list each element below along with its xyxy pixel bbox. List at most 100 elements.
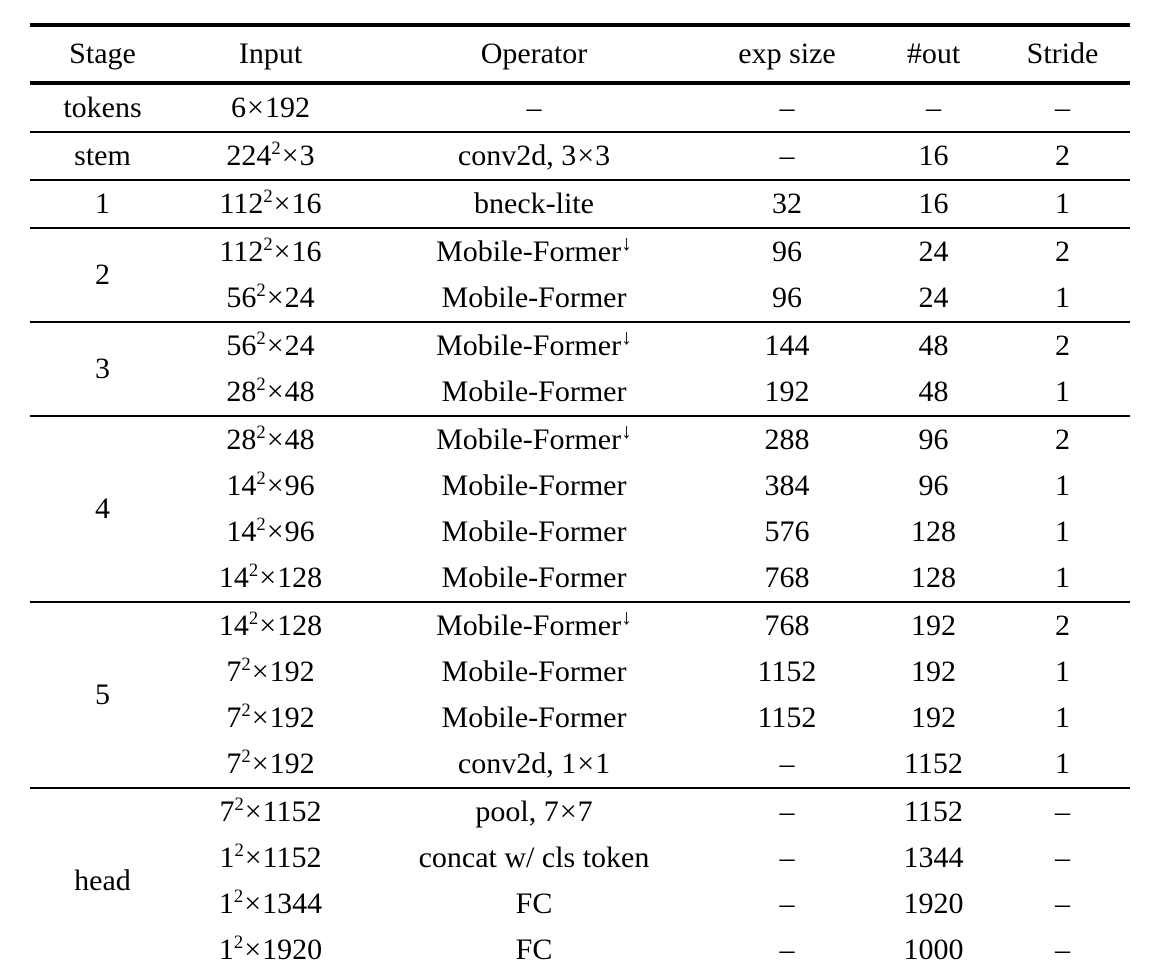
exp-size-cell: 768 bbox=[764, 561, 810, 594]
exp-size-cell: 576 bbox=[764, 515, 810, 548]
input-cell: 562×24 bbox=[226, 280, 315, 314]
exp-size-cell: 192 bbox=[764, 375, 810, 408]
exp-size-cell: – bbox=[779, 887, 795, 920]
table-row: tokens 6×192– – – – bbox=[30, 82, 1130, 132]
operator-cell: Mobile-Former bbox=[441, 561, 627, 594]
input-cell: 72×1152 bbox=[175, 787, 366, 835]
exp-size-cell: 768 bbox=[702, 601, 872, 649]
out-cell: 48 bbox=[872, 321, 995, 369]
operator-cell: Mobile-Former↓ bbox=[366, 321, 702, 369]
input-cell: 12×1920 bbox=[218, 932, 323, 966]
operator-cell: conv2d, 1×1 bbox=[457, 747, 611, 780]
stride-cell: 2 bbox=[995, 601, 1130, 649]
column-header-input: Input bbox=[175, 23, 366, 85]
input-cell: 6×192 bbox=[175, 82, 366, 132]
stride-cell: 1 bbox=[1055, 515, 1070, 548]
exp-size-cell: – bbox=[702, 131, 872, 180]
table-row: 142×128 Mobile-Former 768 128 1 bbox=[30, 555, 1130, 602]
operator-cell: Mobile-Former bbox=[441, 281, 627, 314]
column-header-operator: Operator bbox=[366, 23, 702, 85]
input-cell: 1122×16 bbox=[175, 227, 366, 275]
table-row: 5 142×128 Mobile-Former↓ 768 192 2 bbox=[30, 601, 1130, 788]
input-cell: 72×192 bbox=[226, 746, 315, 780]
table-row: 4 282×48 Mobile-Former↓ 288 96 2 bbox=[30, 415, 1130, 602]
table-row: 12×1152 concat w/ cls token – 1344 – bbox=[30, 835, 1130, 881]
stage-cell: 2 bbox=[30, 227, 175, 322]
input-cell: 72×192 bbox=[226, 654, 315, 688]
input-cell: 142×128 bbox=[175, 601, 366, 649]
out-cell: 1920 bbox=[903, 887, 964, 920]
exp-size-cell: – bbox=[779, 841, 795, 874]
operator-cell: Mobile-Former bbox=[441, 655, 627, 688]
stride-cell: – bbox=[995, 787, 1130, 835]
out-cell: 1152 bbox=[904, 747, 963, 780]
operator-cell: – bbox=[366, 82, 702, 132]
operator-cell: FC bbox=[515, 933, 553, 966]
input-cell: 12×1152 bbox=[219, 840, 322, 874]
operator-cell: Mobile-Former bbox=[441, 515, 627, 548]
operator-cell: conv2d, 3×3 bbox=[366, 131, 702, 180]
out-cell: 96 bbox=[918, 469, 949, 502]
exp-size-cell: 1152 bbox=[757, 701, 817, 734]
exp-size-cell: 32 bbox=[702, 179, 872, 228]
out-cell: 192 bbox=[872, 601, 995, 649]
stage-cell: 5 bbox=[30, 601, 175, 788]
out-cell: 192 bbox=[911, 701, 956, 734]
out-cell: 128 bbox=[911, 515, 956, 548]
out-cell: 1152 bbox=[872, 787, 995, 835]
column-header-out: #out bbox=[872, 23, 995, 85]
operator-cell: Mobile-Former↓ bbox=[366, 227, 702, 275]
table-row: 12×1920 FC – 1000 – bbox=[30, 927, 1130, 973]
stride-cell: 1 bbox=[1055, 655, 1070, 688]
out-cell: 1000 bbox=[903, 933, 964, 966]
out-cell: 128 bbox=[911, 561, 956, 594]
out-cell: 24 bbox=[872, 227, 995, 275]
input-cell: 72×192 bbox=[226, 700, 315, 734]
stride-cell: 1 bbox=[1055, 469, 1070, 502]
out-cell: 1344 bbox=[903, 841, 964, 874]
architecture-table: Stage Input Operator exp size #out Strid… bbox=[30, 23, 1130, 973]
stage-cell: 4 bbox=[30, 415, 175, 602]
table-row: 72×192 conv2d, 1×1 – 1152 1 bbox=[30, 741, 1130, 788]
table-row: head 72×1152 pool, 7×7–1152– bbox=[30, 787, 1130, 973]
exp-size-cell: 288 bbox=[702, 415, 872, 463]
column-header-exp-size: exp size bbox=[702, 23, 872, 85]
stride-cell: 2 bbox=[995, 227, 1130, 275]
exp-size-cell: – bbox=[702, 787, 872, 835]
table-row: 12×1344 FC – 1920 – bbox=[30, 881, 1130, 927]
operator-cell: Mobile-Former↓ bbox=[366, 415, 702, 463]
out-cell: 48 bbox=[918, 375, 949, 408]
exp-size-cell: – bbox=[779, 747, 795, 780]
stride-cell: – bbox=[995, 82, 1130, 132]
operator-cell: Mobile-Former↓ bbox=[366, 601, 702, 649]
input-cell: 282×48 bbox=[226, 374, 315, 408]
input-cell: 2242×3 bbox=[175, 131, 366, 180]
stride-cell: 1 bbox=[1055, 747, 1070, 780]
header-row: Stage Input Operator exp size #out Strid… bbox=[30, 23, 1130, 85]
table-row: 142×96 Mobile-Former 384 96 1 bbox=[30, 463, 1130, 509]
stage-cell: tokens bbox=[30, 82, 175, 132]
stride-cell: 1 bbox=[1055, 281, 1070, 314]
stage-cell: 3 bbox=[30, 321, 175, 416]
operator-cell: Mobile-Former bbox=[441, 469, 627, 502]
table-row: 2 1122×16 Mobile-Former↓ 96 24 2 bbox=[30, 227, 1130, 322]
table-row: stem 2242×3 conv2d, 3×3–16 2 bbox=[30, 131, 1130, 180]
exp-size-cell: 96 bbox=[702, 227, 872, 275]
stride-cell: 2 bbox=[995, 131, 1130, 180]
operator-cell: FC bbox=[515, 887, 553, 920]
stride-cell: – bbox=[1055, 841, 1070, 874]
operator-cell: pool, 7×7 bbox=[366, 787, 702, 835]
table-row: 72×192 Mobile-Former 1152 192 1 bbox=[30, 649, 1130, 695]
table-body: tokens 6×192– – – – stem 2242×3 conv2d, 3×3–16 2… bbox=[30, 82, 1130, 973]
exp-size-cell: 96 bbox=[772, 281, 802, 314]
stride-cell: 2 bbox=[995, 415, 1130, 463]
input-cell: 142×96 bbox=[226, 514, 315, 548]
input-cell: 282×48 bbox=[175, 415, 366, 463]
stage-cell: 1 bbox=[30, 179, 175, 228]
out-cell: 24 bbox=[918, 281, 949, 314]
out-cell: 16 bbox=[872, 131, 995, 180]
exp-size-cell: 144 bbox=[702, 321, 872, 369]
stride-cell: 1 bbox=[1055, 561, 1070, 594]
stride-cell: 1 bbox=[1055, 375, 1070, 408]
input-cell: 12×1344 bbox=[218, 886, 323, 920]
